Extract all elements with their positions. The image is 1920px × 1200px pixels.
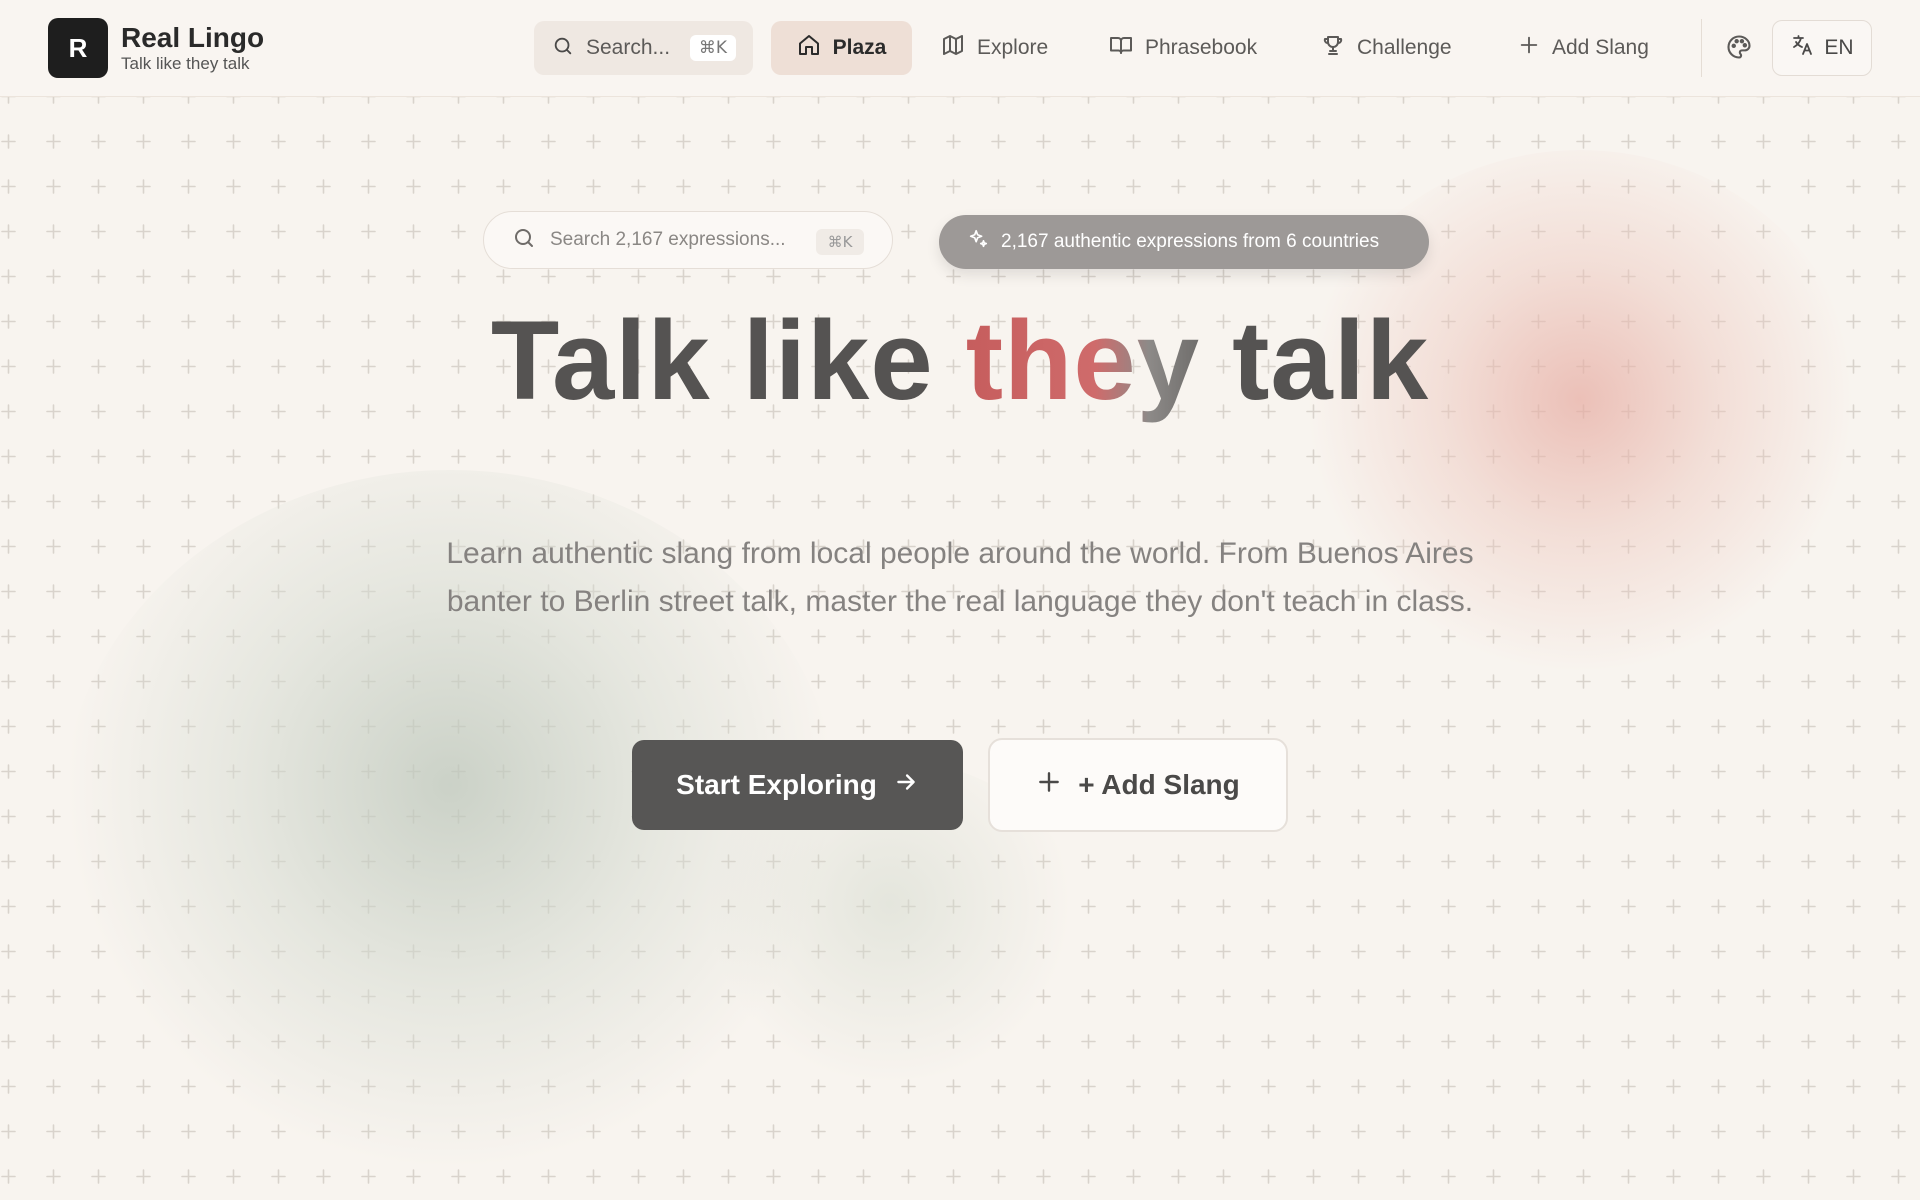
home-icon: [797, 33, 833, 63]
brand-logo[interactable]: R Real Lingo Talk like they talk: [48, 18, 264, 78]
brand-subtitle: Talk like they talk: [121, 53, 250, 73]
nav-item-label: Phrasebook: [1145, 36, 1258, 59]
language-switcher[interactable]: EN: [1772, 20, 1872, 76]
nav-search-button[interactable]: Search... ⌘K: [534, 21, 753, 75]
search-shortcut-badge: ⌘K: [690, 35, 736, 61]
nav-item-explore[interactable]: Explore: [941, 21, 1048, 75]
translate-icon: [1790, 33, 1824, 63]
nav-item-label: Challenge: [1357, 36, 1452, 59]
headline-accent: they: [965, 298, 1201, 423]
plus-icon: [1036, 769, 1078, 802]
logo-text: Real Lingo Talk like they talk: [121, 21, 265, 74]
search-shortcut-badge: ⌘K: [816, 229, 864, 255]
search-icon: [512, 226, 536, 255]
headline-end: talk: [1200, 298, 1430, 423]
palette-icon: [1725, 35, 1753, 65]
add-slang-button[interactable]: + Add Slang: [988, 738, 1288, 832]
nav-item-add-slang[interactable]: Add Slang: [1518, 21, 1649, 75]
hero-search-input[interactable]: Search 2,167 expressions... ⌘K: [483, 211, 893, 269]
nav-divider: [1701, 19, 1702, 77]
top-navbar: R Real Lingo Talk like they talk Search.…: [0, 0, 1920, 97]
sparkles-icon: [967, 228, 1001, 256]
arrow-right-icon: [877, 769, 919, 802]
plus-icon: [1518, 34, 1552, 62]
stats-badge: 2,167 authentic expressions from 6 count…: [939, 215, 1429, 269]
stats-text: 2,167 authentic expressions from 6 count…: [1001, 231, 1380, 252]
nav-item-label: Explore: [977, 36, 1049, 59]
hero-description: Learn authentic slang from local people …: [446, 537, 1474, 618]
logo-badge: R: [48, 18, 108, 78]
language-label: EN: [1824, 36, 1854, 59]
theme-button[interactable]: [1725, 33, 1753, 66]
hero-headline: Talk like they talk: [0, 296, 1920, 426]
button-label: Start Exploring: [676, 769, 877, 800]
start-exploring-button[interactable]: Start Exploring: [632, 740, 963, 830]
hero-search-placeholder: Search 2,167 expressions...: [550, 229, 786, 250]
nav-item-label: Plaza: [832, 36, 887, 59]
nav-item-plaza[interactable]: Plaza: [771, 21, 912, 75]
nav-item-label: Add Slang: [1552, 36, 1649, 59]
nav-item-phrasebook[interactable]: Phrasebook: [1109, 21, 1257, 75]
book-open-icon: [1109, 33, 1145, 63]
search-icon: [552, 35, 574, 62]
map-icon: [941, 33, 977, 63]
headline-start: Talk like: [490, 298, 966, 423]
nav-item-challenge[interactable]: Challenge: [1321, 21, 1452, 75]
trophy-icon: [1321, 33, 1357, 63]
brand-title: Real Lingo: [121, 21, 265, 53]
button-label: + Add Slang: [1078, 769, 1240, 800]
nav-search-placeholder: Search...: [586, 36, 671, 59]
